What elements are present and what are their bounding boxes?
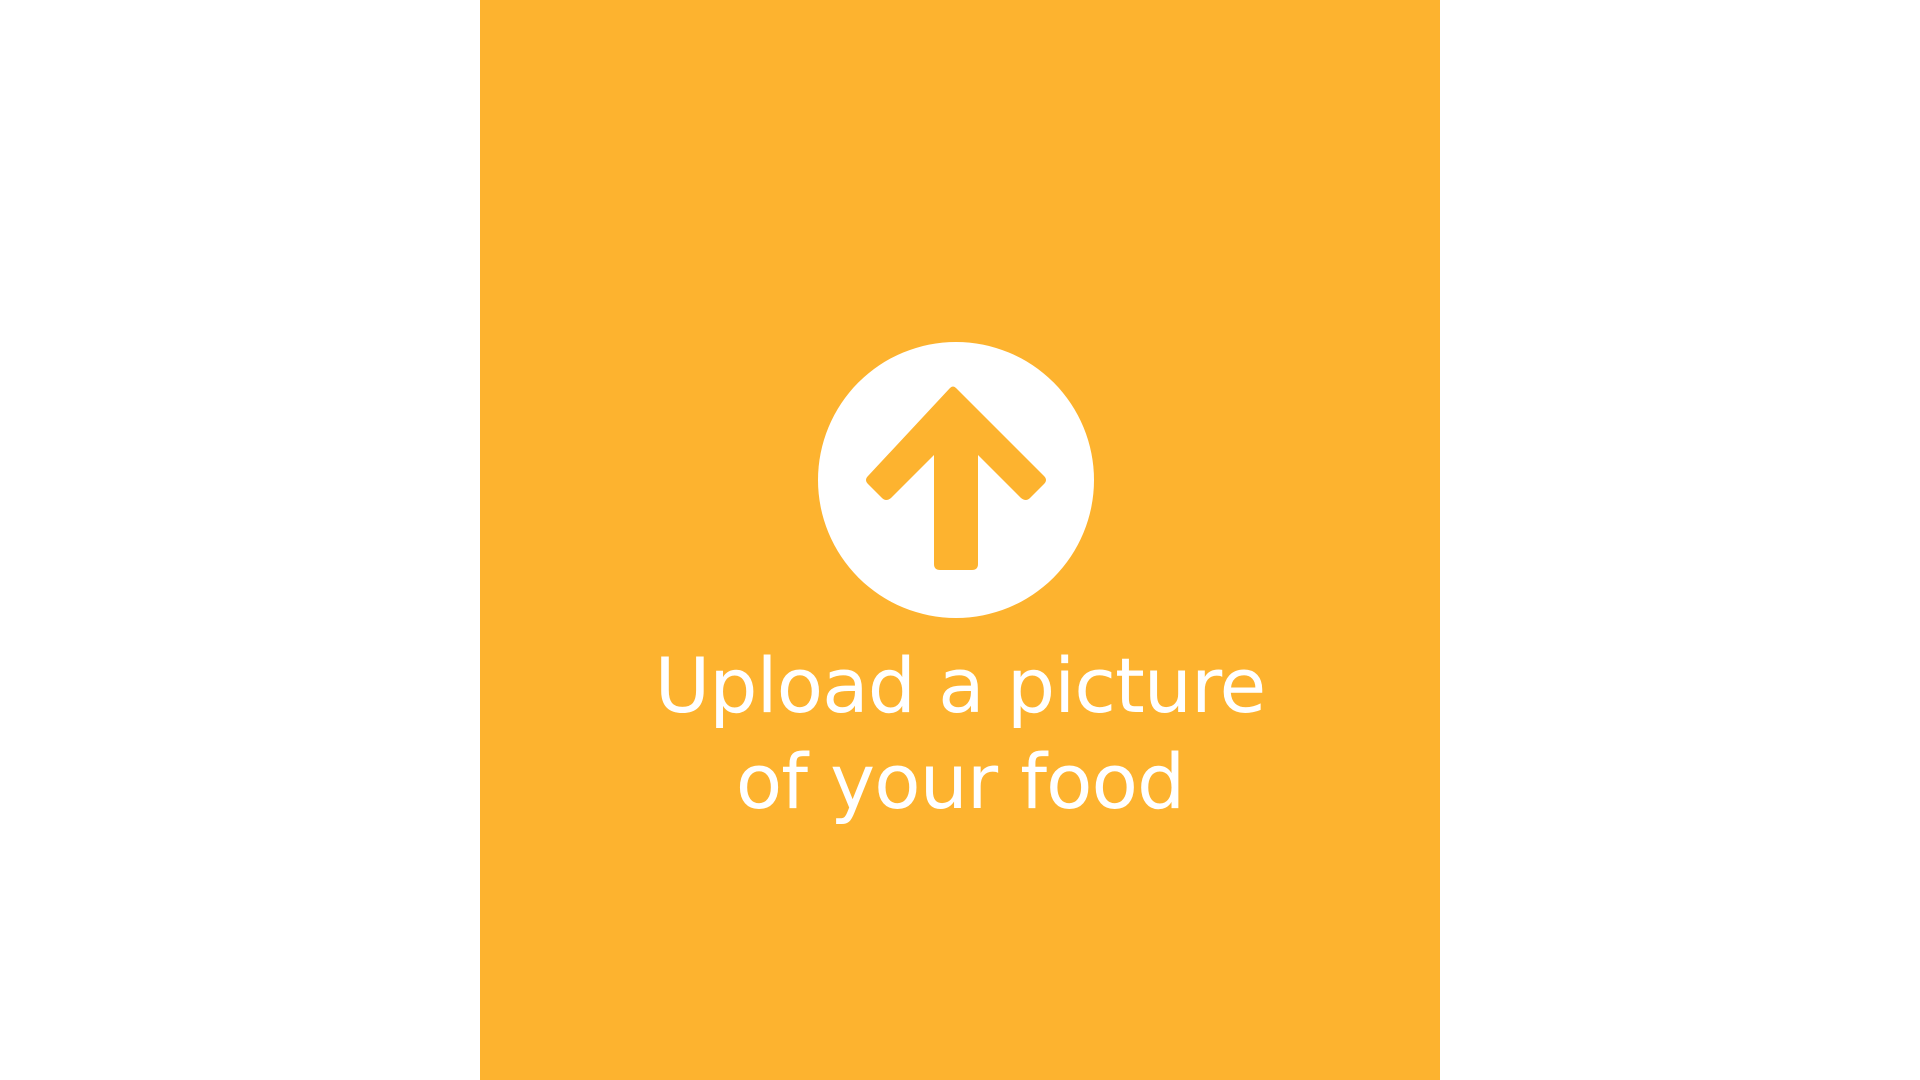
upload-prompt[interactable]: Upload a picture of your food bbox=[480, 638, 1440, 830]
upload-prompt-line1: Upload a picture bbox=[654, 641, 1267, 730]
upload-prompt-line2: of your food bbox=[735, 737, 1185, 826]
upload-arrow-icon[interactable] bbox=[818, 342, 1094, 618]
page: Upload a picture of your food bbox=[0, 0, 1920, 1080]
